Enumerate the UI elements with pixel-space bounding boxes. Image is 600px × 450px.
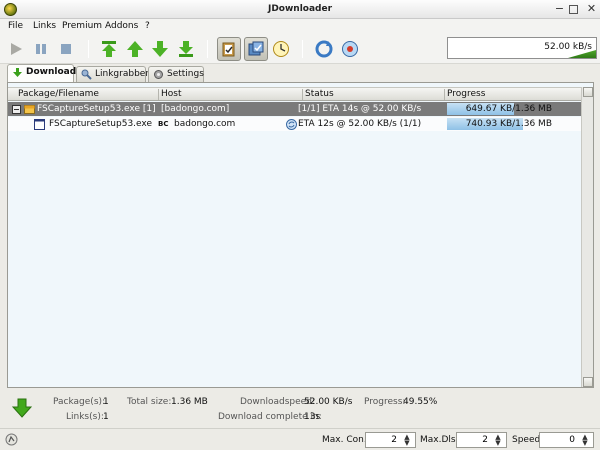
menu-addons[interactable]: Addons (105, 21, 138, 31)
complete-value: 13s (304, 412, 321, 422)
tab-settings[interactable]: Settings (148, 66, 204, 82)
totalsize-label: Total size: (127, 397, 172, 407)
scroll-up-arrow[interactable] (583, 87, 593, 97)
download-stats-panel: Package(s): 1 Links(s): 1 Total size: 1.… (0, 388, 600, 428)
premium-icon (248, 41, 264, 56)
maxcon-label: Max. Con. (322, 435, 367, 445)
tab-download[interactable]: Download (7, 64, 77, 82)
file-status: ETA 12s @ 52.00 KB/s (1/1) (298, 119, 422, 129)
package-name: FSCaptureSetup53.exe [1] (37, 104, 156, 114)
maximize-button[interactable] (569, 5, 578, 14)
premium-status-icon[interactable] (5, 433, 18, 446)
stepper-arrows-icon[interactable]: ▲ ▼ (579, 434, 591, 447)
tab-linkgrabber[interactable]: Linkgrabber (76, 66, 150, 82)
column-header-status[interactable]: Status (305, 89, 334, 99)
host-badge: BC (158, 120, 169, 128)
table-row-file[interactable]: FSCaptureSetup53.exe BC badongo.com ETA … (8, 117, 593, 131)
tab-download-label: Download (26, 67, 77, 77)
table-scrollbar[interactable] (581, 87, 593, 387)
stepper-arrows-icon[interactable]: ▲ ▼ (401, 434, 413, 447)
update-icon[interactable] (341, 40, 359, 58)
window-title: JDownloader (267, 4, 333, 14)
column-header-filename[interactable]: Package/Filename (18, 89, 99, 99)
progress-value: 49.55% (403, 397, 438, 407)
move-up-icon[interactable] (126, 40, 144, 58)
maxdls-stepper[interactable]: 2 ▲ ▼ (456, 432, 507, 448)
maxcon-stepper[interactable]: 2 ▲ ▼ (365, 432, 416, 448)
menu-links[interactable]: Links (33, 21, 56, 31)
move-to-top-icon[interactable] (100, 40, 118, 58)
links-label: Links(s): (66, 412, 104, 422)
scroll-down-arrow[interactable] (583, 377, 593, 387)
file-progress: 740.93 KB/1.36 MB (447, 118, 590, 130)
big-down-arrow-icon (12, 398, 32, 418)
pause-icon[interactable] (32, 40, 50, 58)
green-down-arrow-icon (13, 68, 22, 77)
download-table: Package/Filename Host Status Progress FS… (7, 82, 594, 388)
menu-bar: File Links Premium Addons ? (0, 19, 600, 34)
packages-value: 1 (103, 397, 109, 407)
title-bar: JDownloader − ✕ (0, 0, 600, 19)
speed-limit-label: Speed (512, 435, 541, 445)
stepper-arrows-icon[interactable]: ▲ ▼ (492, 434, 504, 447)
maxdls-label: Max.Dls. (420, 435, 459, 445)
stop-icon[interactable] (57, 40, 75, 58)
file-progress-text: 740.93 KB/1.36 MB (465, 119, 552, 129)
move-to-bottom-icon[interactable] (177, 40, 195, 58)
clipboard-observer-toggle[interactable] (217, 37, 241, 61)
tab-linkgrabber-label: Linkgrabber (95, 69, 150, 79)
package-status: [1/1] ETA 14s @ 52.00 KB/s (298, 104, 422, 114)
maxdls-value: 2 (482, 435, 488, 445)
maxcon-value: 2 (391, 435, 397, 445)
packages-label: Package(s): (53, 397, 106, 407)
totalsize-value: 1.36 MB (171, 397, 208, 407)
speed-meter: 52.00 kB/s (447, 37, 597, 59)
gear-icon (154, 70, 163, 79)
column-divider (158, 89, 159, 100)
reconnect-toggle[interactable] (244, 37, 268, 61)
toolbar-separator (207, 40, 208, 58)
collapse-icon[interactable] (12, 105, 21, 114)
column-divider (302, 89, 303, 100)
toolbar-separator (302, 40, 303, 58)
column-header-host[interactable]: Host (161, 89, 182, 99)
file-name: FSCaptureSetup53.exe (49, 119, 152, 129)
file-window-icon (34, 119, 45, 130)
linkgrabber-icon (81, 69, 92, 80)
file-host: badongo.com (174, 119, 236, 129)
tab-bar: Download Linkgrabber Settings (0, 64, 600, 82)
menu-premium[interactable]: Premium (62, 21, 102, 31)
speed-limit-value: 0 (569, 435, 575, 445)
start-icon[interactable] (7, 40, 25, 58)
links-value: 1 (103, 412, 109, 422)
move-down-icon[interactable] (151, 40, 169, 58)
close-button[interactable]: ✕ (585, 3, 598, 16)
package-progress: 649.67 KB/1.36 MB (447, 103, 590, 115)
table-row-package[interactable]: FSCaptureSetup53.exe [1] [badongo.com] [… (8, 102, 593, 116)
package-host: [badongo.com] (161, 104, 230, 114)
minimize-button[interactable]: − (553, 3, 566, 16)
speed-limit-stepper[interactable]: 0 ▲ ▼ (539, 432, 594, 448)
table-header: Package/Filename Host Status Progress (8, 87, 593, 101)
package-icon (24, 105, 35, 114)
column-header-progress[interactable]: Progress (447, 89, 485, 99)
clock-icon[interactable] (272, 40, 290, 58)
speed-meter-value: 52.00 kB/s (544, 42, 592, 52)
menu-help[interactable]: ? (145, 21, 150, 31)
downloadspeed-value: 52.00 KB/s (304, 397, 353, 407)
menu-file[interactable]: File (8, 21, 23, 31)
progress-label: Progress: (364, 397, 406, 407)
downloading-status-icon (286, 119, 297, 130)
column-divider (444, 89, 445, 100)
reconnect-icon[interactable] (315, 40, 333, 58)
toolbar-separator (88, 40, 89, 58)
status-bar: Max. Con. 2 ▲ ▼ Max.Dls. 2 ▲ ▼ Speed 0 ▲ ▼ (0, 428, 600, 450)
package-progress-text: 649.67 KB/1.36 MB (465, 104, 552, 114)
clipboard-icon (222, 42, 235, 57)
tab-settings-label: Settings (167, 69, 204, 79)
